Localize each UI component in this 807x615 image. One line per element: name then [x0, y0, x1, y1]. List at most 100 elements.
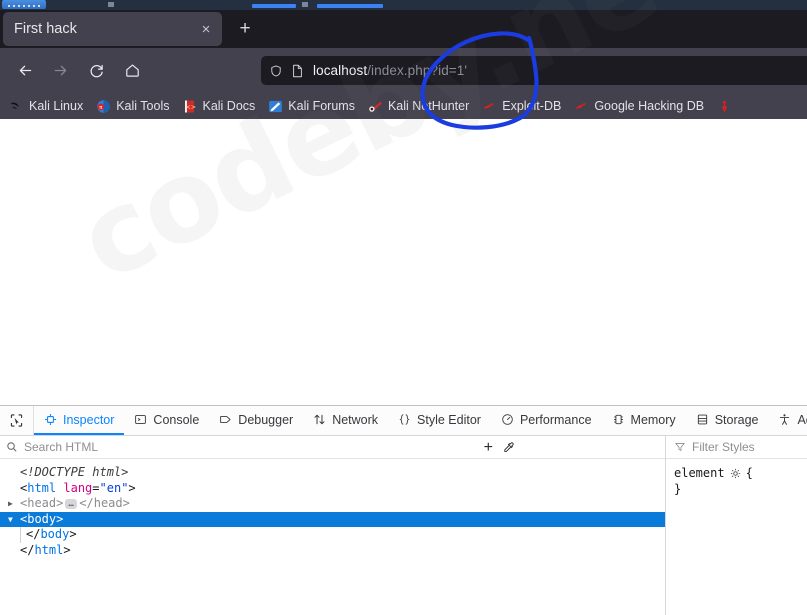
bookmark-exploit-db[interactable]: Exploit-DB	[482, 99, 561, 114]
tab-label: Storage	[714, 412, 759, 427]
page-icon	[291, 64, 304, 78]
bookmark-label: Kali NetHunter	[387, 99, 470, 113]
element-picker-icon[interactable]	[0, 406, 34, 435]
bookmark-offsec[interactable]	[717, 99, 737, 114]
devtools-panel: Inspector Console Debugger Network Style…	[0, 405, 807, 615]
rule-close-brace: }	[674, 482, 682, 496]
home-icon[interactable]	[119, 57, 146, 84]
browser-tab[interactable]: First hack ×	[3, 12, 222, 46]
accessibility-icon	[778, 413, 791, 426]
tab-performance[interactable]: Performance	[491, 406, 602, 435]
rule-settings-icon[interactable]	[730, 468, 741, 479]
tab-console[interactable]: Console	[124, 406, 209, 435]
workspace-indicator-1[interactable]	[252, 4, 296, 8]
offsec-icon	[717, 99, 732, 114]
markup-row-head[interactable]: ▶ <head>… </head>	[0, 496, 665, 512]
html-open-lt: <	[20, 480, 28, 495]
tab-storage[interactable]: Storage	[686, 406, 769, 435]
search-icon	[6, 441, 18, 453]
svg-text:<>: <>	[186, 102, 197, 110]
rules-pane: Filter Styles element { }	[666, 436, 807, 615]
url-text: localhost/index.php?id=1'	[313, 63, 467, 78]
url-path: /index.php?id=1'	[367, 63, 468, 78]
filter-styles-input[interactable]: Filter Styles	[692, 440, 755, 454]
desktop-app-icon[interactable]	[2, 0, 46, 9]
tab-label: Performance	[519, 412, 592, 427]
debugger-icon	[219, 413, 232, 426]
markup-row-body-close[interactable]: </body >	[0, 527, 665, 543]
bookmark-label: Exploit-DB	[502, 99, 562, 113]
tab-network[interactable]: Network	[303, 406, 388, 435]
exploit-db-icon	[482, 99, 497, 114]
bookmark-label: Kali Forums	[288, 99, 355, 113]
head-close-tag: </head>	[79, 496, 130, 511]
tab-accessibility[interactable]: Acces	[768, 406, 807, 435]
devtools-tabbar: Inspector Console Debugger Network Style…	[0, 406, 807, 436]
add-node-button[interactable]: +	[484, 439, 493, 456]
new-tab-button[interactable]: +	[231, 15, 259, 43]
bookmark-kali-nethunter[interactable]: Kali NetHunter	[368, 99, 469, 114]
tab-label: Memory	[630, 412, 676, 427]
bookmark-kali-linux[interactable]: Kali Linux	[9, 99, 83, 114]
browser-window: First hack × + localhost/index.php?id=1'	[0, 0, 807, 615]
storage-icon	[696, 413, 709, 426]
desktop-app-icon-detail	[8, 5, 42, 7]
bookmark-label: Kali Linux	[29, 99, 84, 113]
rule-selector: element	[674, 466, 725, 480]
bookmark-label: Google Hacking DB	[594, 99, 705, 113]
search-html-bar[interactable]: Search HTML +	[0, 436, 665, 459]
bookmark-kali-docs[interactable]: <> Kali Docs	[182, 99, 255, 114]
bookmark-kali-tools[interactable]: π Kali Tools	[96, 99, 169, 114]
back-arrow-icon[interactable]	[12, 57, 39, 84]
network-icon	[313, 413, 326, 426]
body-close-tag-name: body	[40, 527, 70, 542]
filter-styles-bar[interactable]: Filter Styles	[666, 436, 807, 459]
filter-icon	[674, 441, 686, 453]
markup-row-html-close[interactable]: </html >	[0, 543, 665, 559]
bookmarks-bar: Kali Linux π Kali Tools <> Kali Docs Kal…	[0, 93, 807, 119]
collapsed-children-icon[interactable]: …	[65, 498, 78, 509]
collapse-arrow-icon[interactable]: ▼	[8, 512, 20, 528]
body-close-lt: </	[26, 527, 41, 542]
tab-label: Network	[332, 412, 379, 427]
head-open-tag: <head>	[20, 496, 64, 511]
rule-open-brace: {	[745, 466, 753, 480]
inspector-icon	[44, 413, 57, 426]
shield-icon[interactable]	[269, 64, 283, 78]
markup-row-doctype[interactable]: <!DOCTYPE html>	[0, 465, 665, 481]
kali-forums-icon	[268, 99, 283, 114]
reload-icon[interactable]	[83, 57, 110, 84]
desktop-indicator-2	[302, 2, 308, 7]
tab-debugger[interactable]: Debugger	[209, 406, 303, 435]
tab-memory[interactable]: Memory	[602, 406, 686, 435]
html-attr-name: lang	[63, 480, 93, 495]
tab-strip: First hack × +	[0, 10, 807, 48]
style-editor-icon	[398, 413, 411, 426]
tab-label: Style Editor	[417, 412, 481, 427]
markup-tree: <!DOCTYPE html> < html lang = "en" > ▶ <head…	[0, 459, 665, 559]
tab-inspector[interactable]: Inspector	[34, 406, 125, 435]
page-content	[0, 119, 807, 405]
markup-row-html-open[interactable]: < html lang = "en" >	[0, 481, 665, 497]
search-input[interactable]: Search HTML	[24, 440, 98, 454]
workspace-indicator-2[interactable]	[317, 4, 383, 8]
markup-row-body[interactable]: ▼ <body>	[0, 511, 665, 528]
address-bar[interactable]: localhost/index.php?id=1'	[261, 56, 807, 85]
rule-element[interactable]: element {	[674, 465, 807, 481]
desktop-indicator	[108, 2, 114, 7]
bookmark-google-hacking-db[interactable]: Google Hacking DB	[574, 99, 704, 114]
kali-docs-icon: <>	[182, 99, 197, 114]
performance-icon	[501, 413, 514, 426]
doctype-text: <!DOCTYPE html>	[20, 465, 129, 479]
bookmark-kali-forums[interactable]: Kali Forums	[268, 99, 355, 114]
tab-style-editor[interactable]: Style Editor	[388, 406, 491, 435]
body-close-gt: >	[69, 527, 77, 542]
expand-arrow-icon[interactable]: ▶	[8, 496, 20, 512]
close-icon[interactable]: ×	[193, 16, 219, 42]
devtools-body: Search HTML + <!DOCTYPE html> < html lan…	[0, 436, 807, 615]
html-close-gt: >	[63, 542, 71, 557]
html-attr-value: "en"	[99, 480, 129, 495]
bookmark-label: Kali Docs	[202, 99, 256, 113]
indent-guide	[20, 527, 21, 543]
eyedropper-icon[interactable]	[502, 441, 515, 454]
